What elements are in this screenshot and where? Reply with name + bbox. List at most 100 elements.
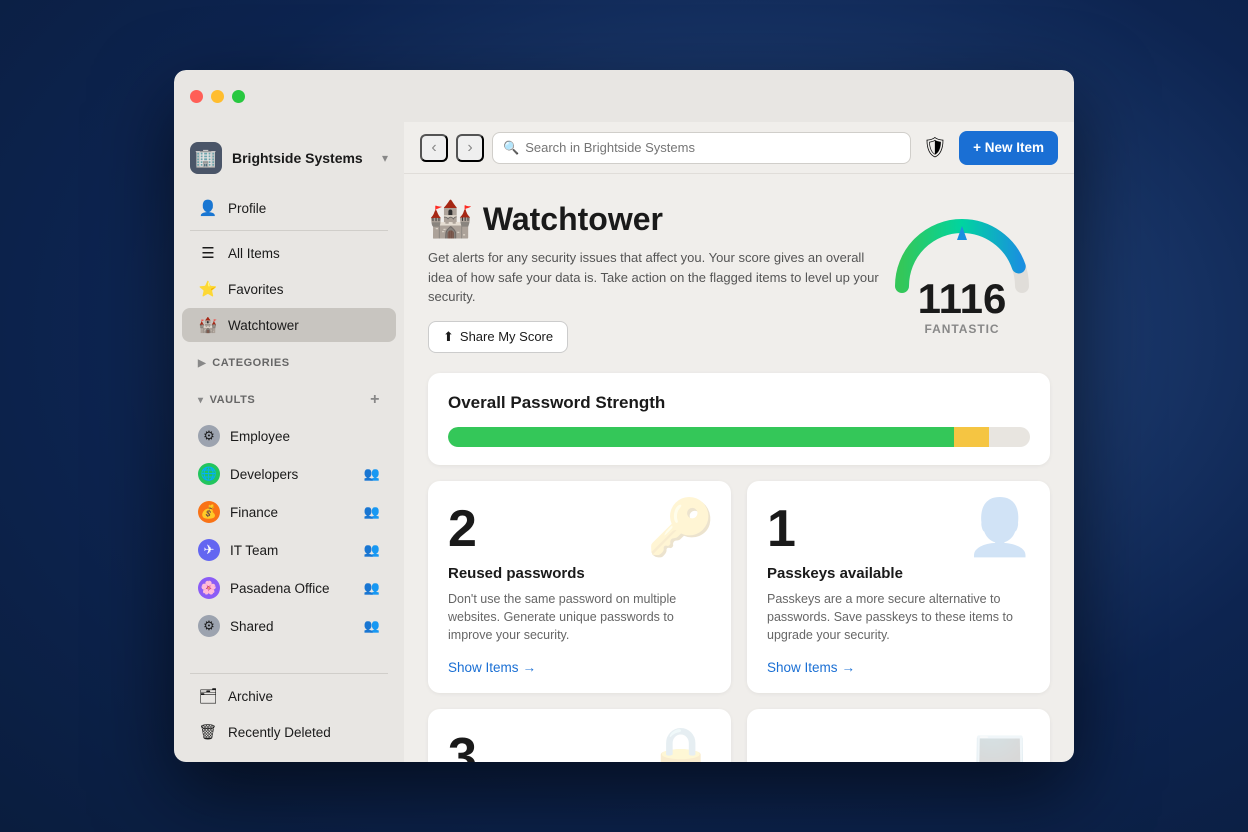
vault-item-developers[interactable]: 🌐 Developers 👥 (182, 456, 396, 492)
ps-bar-green (448, 427, 954, 447)
ps-bar-rest (989, 427, 1030, 447)
vault-selector[interactable]: 🏢 Brightside Systems ▾ (174, 134, 404, 182)
minimize-button[interactable] (211, 90, 224, 103)
app-window: 🏢 Brightside Systems ▾ 👤 Profile ☰ All I… (174, 70, 1074, 762)
sidebar-all-items-label: All Items (228, 246, 280, 261)
share-score-label: Share My Score (460, 329, 553, 344)
favorites-icon: ⭐ (198, 279, 218, 299)
sidebar-item-favorites[interactable]: ⭐ Favorites (182, 272, 396, 306)
vaults-chevron-icon: ▾ (198, 395, 204, 406)
sidebar-item-watchtower[interactable]: 🏰 Watchtower (182, 308, 396, 342)
vault-chevron-icon: ▾ (382, 151, 388, 165)
recently-deleted-icon: 🗑 (198, 722, 218, 742)
search-icon: 🔍 (503, 140, 519, 156)
content-body: 🏰 Watchtower Get alerts for any security… (404, 174, 1074, 762)
vaults-header: ▾ VAULTS + (182, 385, 396, 415)
search-bar[interactable]: 🔍 (492, 132, 911, 164)
passkeys-bg-icon: 👤 (966, 495, 1034, 560)
reused-passwords-desc: Don't use the same password on multiple … (448, 590, 711, 644)
reused-passwords-card: 🔑 2 Reused passwords Don't use the same … (428, 481, 731, 693)
twofa-card: 🔒 3 Two-factor authentication Show Items… (428, 709, 731, 762)
employee-vault-icon: ⚙ (198, 425, 220, 447)
sidebar-watchtower-label: Watchtower (228, 318, 299, 333)
vault-item-employee[interactable]: ⚙ Employee (182, 418, 396, 454)
developers-shared-icon: 👥 (364, 466, 380, 482)
vault-icon: 🏢 (190, 142, 222, 174)
finance-shared-icon: 👥 (364, 504, 380, 520)
traffic-lights (190, 90, 245, 103)
vault-item-pasadena[interactable]: 🌸 Pasadena Office 👥 (182, 570, 396, 606)
pasadena-shared-icon: 👥 (364, 580, 380, 596)
developers-vault-icon: 🌐 (198, 463, 220, 485)
toolbar: ‹ › 🔍 🛡 + New Item (404, 122, 1074, 174)
watchtower-title-text: Watchtower (483, 201, 663, 238)
password-strength-card: Overall Password Strength (428, 373, 1050, 465)
dev-credentials-bg-icon: 💻 (966, 723, 1034, 762)
ps-bar-yellow (954, 427, 989, 447)
sidebar-item-profile[interactable]: 👤 Profile (182, 191, 396, 225)
sidebar-item-all-items[interactable]: ☰ All Items (182, 236, 396, 270)
sidebar-divider-2 (190, 673, 388, 674)
passkeys-show-label: Show Items (767, 660, 838, 675)
pasadena-vault-icon: 🌸 (198, 577, 220, 599)
add-vault-button[interactable]: + (370, 391, 380, 409)
shared-vault-label: Shared (230, 619, 360, 634)
vault-item-finance[interactable]: 💰 Finance 👥 (182, 494, 396, 530)
watchtower-header: 🏰 Watchtower Get alerts for any security… (428, 198, 1050, 353)
vault-name: Brightside Systems (232, 150, 382, 166)
watchtower-alert-icon[interactable]: 🛡 (919, 132, 951, 164)
back-button[interactable]: ‹ (420, 134, 448, 162)
it-team-vault-label: IT Team (230, 543, 360, 558)
vault-item-it-team[interactable]: ✈ IT Team 👥 (182, 532, 396, 568)
password-strength-title: Overall Password Strength (448, 393, 1030, 413)
sidebar-favorites-label: Favorites (228, 282, 284, 297)
employee-vault-label: Employee (230, 429, 380, 444)
share-score-button[interactable]: ⬆ Share My Score (428, 321, 568, 353)
categories-header[interactable]: ▶ CATEGORIES (182, 351, 396, 375)
passkeys-show-items[interactable]: Show Items → (767, 660, 1030, 675)
titlebar (174, 70, 1074, 122)
shared-shared-icon: 👥 (364, 618, 380, 634)
search-input[interactable] (525, 140, 900, 155)
categories-label: CATEGORIES (212, 357, 289, 369)
new-item-button[interactable]: + New Item (959, 131, 1058, 165)
developers-vault-label: Developers (230, 467, 360, 482)
share-icon: ⬆ (443, 329, 454, 345)
password-strength-bar (448, 427, 1030, 447)
content-area: ‹ › 🔍 🛡 + New Item 🏰 W (404, 122, 1074, 762)
reused-passwords-title: Reused passwords (448, 565, 711, 582)
sidebar-profile-label: Profile (228, 201, 266, 216)
sidebar-divider-1 (190, 230, 388, 231)
score-number: 1116 (918, 278, 1007, 320)
sidebar-item-archive[interactable]: 🗂 Archive (182, 679, 396, 713)
forward-button[interactable]: › (456, 134, 484, 162)
security-cards-grid: 🔑 2 Reused passwords Don't use the same … (428, 481, 1050, 763)
passkeys-card: 👤 1 Passkeys available Passkeys are a mo… (747, 481, 1050, 693)
categories-chevron-icon: ▶ (198, 358, 206, 369)
all-items-icon: ☰ (198, 243, 218, 263)
finance-vault-icon: 💰 (198, 501, 220, 523)
watchtower-title-area: 🏰 Watchtower Get alerts for any security… (428, 198, 882, 353)
reused-passwords-show-items[interactable]: Show Items → (448, 660, 711, 675)
watchtower-tower-icon: 🏰 (428, 198, 473, 240)
it-team-shared-icon: 👥 (364, 542, 380, 558)
new-item-label: + New Item (973, 140, 1044, 155)
archive-icon: 🗂 (198, 686, 218, 706)
twofa-bg-icon: 🔒 (647, 723, 715, 762)
pasadena-vault-label: Pasadena Office (230, 581, 360, 596)
passkeys-title: Passkeys available (767, 565, 1030, 582)
score-gauge: 1116 FANTASTIC (882, 198, 1042, 336)
watchtower-title-row: 🏰 Watchtower (428, 198, 882, 240)
watchtower-icon: 🏰 (198, 315, 218, 335)
archive-label: Archive (228, 689, 273, 704)
recently-deleted-label: Recently Deleted (228, 725, 331, 740)
sidebar-item-recently-deleted[interactable]: 🗑 Recently Deleted (182, 715, 396, 749)
close-button[interactable] (190, 90, 203, 103)
sidebar: 🏢 Brightside Systems ▾ 👤 Profile ☰ All I… (174, 122, 404, 762)
finance-vault-label: Finance (230, 505, 360, 520)
vault-item-shared[interactable]: ⚙ Shared 👥 (182, 608, 396, 644)
reused-passwords-bg-icon: 🔑 (647, 495, 715, 560)
maximize-button[interactable] (232, 90, 245, 103)
passkeys-arrow-icon: → (842, 660, 856, 675)
profile-icon: 👤 (198, 198, 218, 218)
